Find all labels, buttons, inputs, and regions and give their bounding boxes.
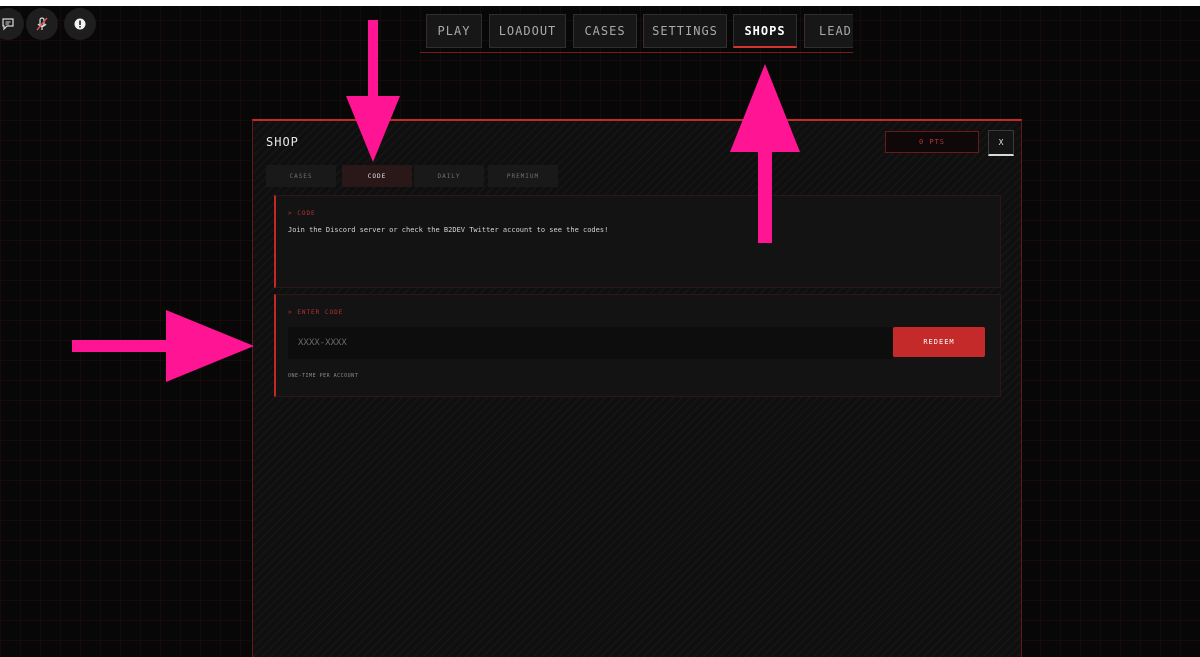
- close-button[interactable]: X: [988, 130, 1014, 156]
- nav-play[interactable]: PLAY: [426, 14, 482, 48]
- redeem-note: ONE-TIME PER ACCOUNT: [288, 373, 359, 379]
- game-screen: PLAY LOADOUT CASES SETTINGS SHOPS LEADE …: [0, 0, 1200, 657]
- redeem-card: > ENTER CODE REDEEM ONE-TIME PER ACCOUNT: [274, 294, 1001, 397]
- nav-settings[interactable]: SETTINGS: [643, 14, 727, 48]
- code-info-label: > CODE: [288, 210, 316, 217]
- redeem-card-label: > ENTER CODE: [288, 309, 344, 316]
- nav-shops[interactable]: SHOPS: [733, 14, 797, 48]
- chat-button[interactable]: [0, 8, 24, 40]
- nav-leaderboard[interactable]: LEADE: [804, 14, 853, 48]
- mic-muted-icon: [36, 17, 48, 31]
- arrow-up-icon: [730, 64, 800, 243]
- tab-daily[interactable]: DAILY: [414, 165, 484, 187]
- code-info-text: Join the Discord server or check the B2D…: [288, 226, 609, 234]
- mic-button[interactable]: [26, 8, 58, 40]
- main-nav: PLAY LOADOUT CASES SETTINGS SHOPS LEADE: [420, 14, 853, 53]
- shop-panel: SHOP 0 PTS X CASES CODE DAILY PREMIUM > …: [252, 119, 1022, 657]
- redeem-button[interactable]: REDEEM: [893, 327, 985, 357]
- code-info-card: > CODE Join the Discord server or check …: [274, 195, 1001, 288]
- panel-title: SHOP: [266, 135, 299, 149]
- alert-button[interactable]: [64, 8, 96, 40]
- top-strip: [0, 0, 1200, 6]
- tab-premium[interactable]: PREMIUM: [488, 165, 558, 187]
- tab-cases[interactable]: CASES: [266, 165, 336, 187]
- arrow-down-icon: [346, 20, 400, 162]
- nav-cases[interactable]: CASES: [573, 14, 637, 48]
- points-badge: 0 PTS: [885, 131, 979, 153]
- arrow-right-icon: [72, 310, 254, 382]
- nav-loadout[interactable]: LOADOUT: [489, 14, 566, 48]
- chat-icon: [2, 18, 14, 31]
- tab-code[interactable]: CODE: [342, 165, 412, 187]
- code-input[interactable]: [288, 327, 892, 359]
- alert-icon: [74, 18, 86, 30]
